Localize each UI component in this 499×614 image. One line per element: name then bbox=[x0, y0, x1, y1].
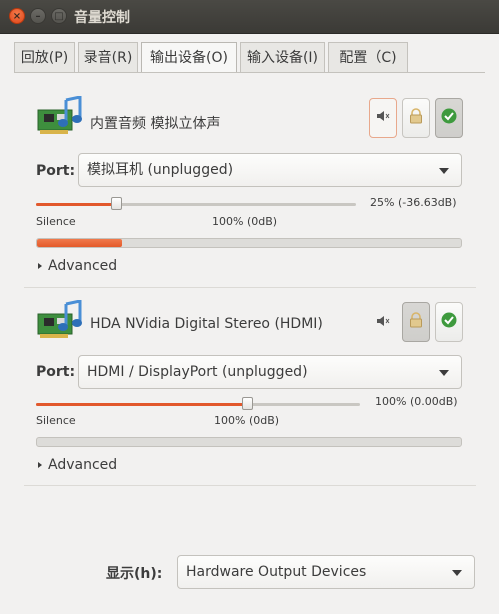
tab-playback[interactable]: 回放(P) bbox=[14, 42, 75, 72]
volume-slider-knob[interactable] bbox=[242, 397, 253, 410]
speaker-muted-icon bbox=[376, 314, 390, 332]
tab-output-devices[interactable]: 输出设备(O) bbox=[141, 42, 237, 73]
peak-meter-fill bbox=[37, 239, 122, 247]
port-select-value: 模拟耳机 (unplugged) bbox=[87, 162, 234, 178]
set-default-button[interactable] bbox=[435, 302, 463, 342]
sound-card-icon bbox=[36, 95, 84, 140]
tab-recording[interactable]: 录音(R) bbox=[78, 42, 138, 72]
minimize-window-button[interactable]: – bbox=[30, 8, 46, 24]
port-label: Port: bbox=[36, 364, 76, 380]
reference-volume-label: 100% (0dB) bbox=[212, 215, 278, 228]
close-window-button[interactable]: × bbox=[9, 8, 25, 24]
show-filter-select[interactable]: Hardware Output Devices bbox=[177, 555, 475, 589]
expander-arrow-icon bbox=[38, 263, 42, 269]
volume-slider-fill bbox=[36, 403, 247, 406]
speaker-muted-icon bbox=[376, 109, 390, 127]
show-filter-value: Hardware Output Devices bbox=[186, 564, 367, 580]
volume-readout: 100% (0.00dB) bbox=[375, 395, 458, 408]
set-default-button[interactable] bbox=[435, 98, 463, 138]
volume-slider-knob[interactable] bbox=[111, 197, 122, 210]
lock-channels-button[interactable] bbox=[402, 302, 430, 342]
chevron-down-icon bbox=[439, 370, 449, 376]
device-name: 内置音频 模拟立体声 bbox=[90, 116, 221, 132]
tab-panel-border bbox=[14, 72, 485, 73]
tab-input-devices[interactable]: 输入设备(I) bbox=[240, 42, 325, 72]
title-bar: × – □ 音量控制 bbox=[0, 0, 499, 34]
sound-card-icon bbox=[36, 299, 84, 344]
volume-slider[interactable] bbox=[36, 397, 360, 410]
window-title: 音量控制 bbox=[74, 10, 130, 26]
show-filter-label: 显示(h): bbox=[106, 566, 163, 582]
output-device-hdmi: HDA NVidia Digital Stereo (HDMI) Port: H… bbox=[24, 299, 476, 480]
advanced-expander[interactable]: Advanced bbox=[38, 457, 117, 473]
peak-meter bbox=[36, 437, 462, 447]
checkmark-icon bbox=[441, 312, 457, 332]
port-select[interactable]: 模拟耳机 (unplugged) bbox=[78, 153, 462, 187]
port-select-value: HDMI / DisplayPort (unplugged) bbox=[87, 364, 308, 380]
port-label: Port: bbox=[36, 163, 76, 179]
lock-icon bbox=[409, 312, 423, 332]
reference-volume-label: 100% (0dB) bbox=[214, 414, 280, 427]
mute-toggle-button[interactable] bbox=[372, 312, 394, 334]
mute-toggle-button[interactable] bbox=[369, 98, 397, 138]
silence-label: Silence bbox=[36, 215, 76, 228]
tab-configuration[interactable]: 配置（C) bbox=[328, 42, 408, 72]
port-select[interactable]: HDMI / DisplayPort (unplugged) bbox=[78, 355, 462, 389]
device-separator bbox=[24, 287, 476, 288]
advanced-label: Advanced bbox=[48, 457, 118, 473]
device-separator bbox=[24, 485, 476, 486]
lock-icon bbox=[409, 108, 423, 128]
chevron-down-icon bbox=[439, 168, 449, 174]
expander-arrow-icon bbox=[38, 462, 42, 468]
peak-meter bbox=[36, 238, 462, 248]
device-name: HDA NVidia Digital Stereo (HDMI) bbox=[90, 316, 323, 332]
advanced-expander[interactable]: Advanced bbox=[38, 258, 117, 274]
lock-channels-button[interactable] bbox=[402, 98, 430, 138]
output-device-builtin: 内置音频 模拟立体声 Port: 模拟耳机 (unplugged) 25% (-… bbox=[24, 95, 476, 286]
volume-readout: 25% (-36.63dB) bbox=[370, 196, 457, 209]
volume-slider-fill bbox=[36, 203, 116, 206]
volume-slider[interactable] bbox=[36, 197, 356, 210]
maximize-window-button[interactable]: □ bbox=[51, 8, 67, 24]
silence-label: Silence bbox=[36, 414, 76, 427]
chevron-down-icon bbox=[452, 570, 462, 576]
advanced-label: Advanced bbox=[48, 258, 118, 274]
checkmark-icon bbox=[441, 108, 457, 128]
